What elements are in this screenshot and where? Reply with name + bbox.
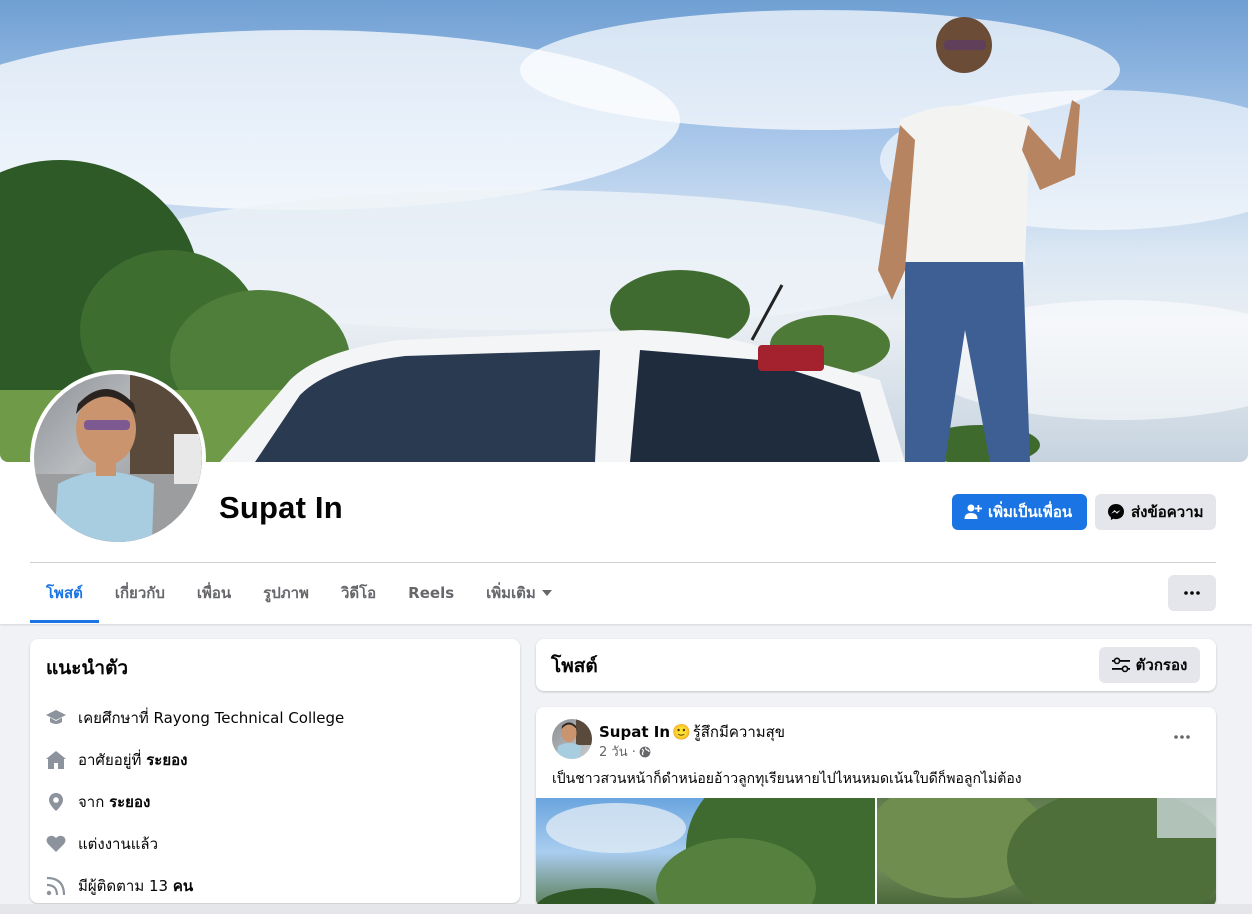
post-photo[interactable] [877,798,1216,907]
post-image-grid [536,798,1216,907]
send-message-label: ส่งข้อความ [1131,503,1204,521]
post-options-button[interactable] [1166,721,1198,753]
filter-button[interactable]: ตัวกรอง [1099,647,1200,683]
filter-label: ตัวกรอง [1135,656,1188,674]
intro-lives-in-place[interactable]: ระยอง [146,751,187,769]
post-author-avatar[interactable] [552,719,592,759]
post-author-name[interactable]: Supat In [599,723,670,741]
profile-header: Supat In เพิ่มเป็นเพื่อน ส่งข้อความ โพสต… [0,0,1252,624]
tab-about[interactable]: เกี่ยวกับ [99,563,181,623]
intro-from: จาก ระยอง [46,781,504,823]
caret-down-icon [541,590,552,596]
graduation-cap-icon [46,708,66,728]
intro-title: แนะนำตัว [46,657,129,679]
tab-more[interactable]: เพิ่มเติม [470,563,568,623]
post-timestamp[interactable]: 2 วัน · [599,741,636,762]
intro-education-text: เคยศึกษาที่ Rayong Technical College [78,709,345,727]
tab-reels[interactable]: Reels [392,563,470,623]
tab-label: เพิ่มเติม [486,584,536,602]
location-pin-icon [46,792,66,812]
post-card: Supat In 🙂 รู้สึกมีความสุข 2 วัน · เป็นช… [536,707,1216,907]
filter-sliders-icon [1111,657,1130,673]
send-message-button[interactable]: ส่งข้อความ [1095,494,1216,530]
tab-label: Reels [408,584,455,602]
add-friend-button[interactable]: เพิ่มเป็นเพื่อน [952,494,1087,530]
window-bottom-edge [0,904,1252,914]
intro-card: แนะนำตัว เคยศึกษาที่ Rayong Technical Co… [30,639,520,903]
intro-from-prefix: จาก [78,793,110,811]
posts-header: โพสต์ ตัวกรอง [536,639,1216,691]
rss-icon [46,876,66,896]
profile-name: Supat In [219,490,343,525]
home-icon [46,750,66,770]
intro-lives-in: อาศัยอยู่ที่ ระยอง [46,739,504,781]
intro-lives-in-prefix: อาศัยอยู่ที่ [78,751,147,769]
tab-label: วิดีโอ [340,584,377,602]
intro-followers-prefix: มีผู้ติดตาม 13 [78,877,173,895]
heart-icon [46,834,66,854]
post-meta: 2 วัน · [599,741,651,762]
intro-relationship: แต่งงานแล้ว [46,823,504,865]
post-feeling: รู้สึกมีความสุข [692,723,786,741]
more-options-button[interactable] [1168,575,1216,611]
tab-label: โพสต์ [46,584,83,602]
add-friend-icon [964,504,982,519]
post-text: เป็นชาวสวนหน้าก็ดำหน่อยอ้าวลูกทุเรียนหาย… [552,771,1022,787]
intro-education: เคยศึกษาที่ Rayong Technical College [46,697,504,739]
tab-photos[interactable]: รูปภาพ [247,563,325,623]
post-photo[interactable] [536,798,875,907]
ellipsis-icon [1184,591,1200,595]
intro-followers: มีผู้ติดตาม 13 คน [46,865,504,907]
intro-from-place[interactable]: ระยอง [109,793,150,811]
tab-videos[interactable]: วิดีโอ [325,563,392,623]
intro-relationship-text: แต่งงานแล้ว [78,835,159,853]
add-friend-label: เพิ่มเป็นเพื่อน [988,503,1073,521]
tab-posts[interactable]: โพสต์ [30,563,99,623]
ellipsis-icon [1174,735,1190,739]
feeling-emoji: 🙂 [672,723,691,741]
profile-tabs: โพสต์ เกี่ยวกับ เพื่อน รูปภาพ วิดีโอ Ree… [30,563,568,623]
tab-label: เพื่อน [196,584,232,602]
tab-label: รูปภาพ [263,584,309,602]
messenger-icon [1108,504,1124,520]
globe-icon [639,746,651,757]
profile-avatar[interactable] [30,370,206,546]
posts-title: โพสต์ [551,655,598,677]
tab-label: เกี่ยวกับ [114,584,165,602]
tab-friends[interactable]: เพื่อน [181,563,247,623]
intro-followers-unit[interactable]: คน [173,877,193,895]
